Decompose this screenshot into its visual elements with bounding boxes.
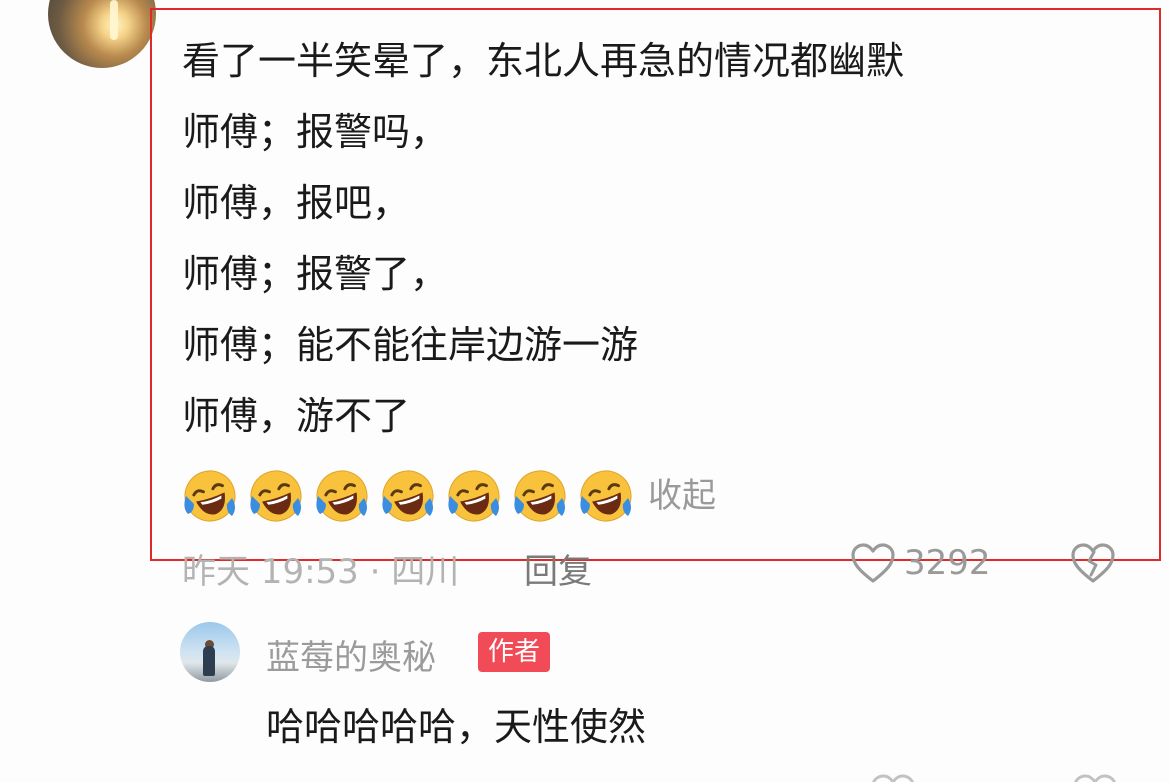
laughing-tears-emoji-icon [578, 468, 634, 524]
comment-line: 师傅；报警吗， [182, 110, 449, 154]
reply-dislike-button-cropped[interactable] [1072, 770, 1118, 782]
reply-like-button-cropped[interactable] [870, 770, 916, 782]
comment-text: 看了一半笑晕了，东北人再急的情况都幽默 师傅；报警吗， 师傅，报吧， 师傅；报警… [182, 26, 1142, 452]
comment-meta: 昨天 19:53 · 四川 回复 3292 [182, 540, 1142, 592]
like-count: 3292 [904, 543, 991, 583]
comment-line: 师傅，报吧， [182, 181, 411, 225]
laughing-tears-emoji-icon [314, 468, 370, 524]
laughing-tears-emoji-icon [182, 468, 238, 524]
broken-heart-icon [1071, 543, 1115, 583]
laughing-tears-emoji-icon [512, 468, 568, 524]
comment-line: 师傅，游不了 [182, 394, 411, 438]
comment-line: 师傅；报警了， [182, 252, 449, 296]
reply-author-avatar[interactable] [180, 622, 240, 682]
commenter-name-cropped[interactable]: ◦ ◦◦ [178, 0, 249, 13]
emoji-row: 收起 [182, 466, 716, 526]
laughing-tears-emoji-icon [248, 468, 304, 524]
like-button[interactable]: 3292 [850, 542, 991, 584]
reply-text: 哈哈哈哈哈，天性使然 [266, 705, 647, 749]
heart-outline-icon [851, 543, 895, 583]
comment-line: 师傅；能不能往岸边游一游 [182, 323, 639, 367]
heart-outline-icon [872, 774, 914, 782]
collapse-link[interactable]: 收起 [648, 468, 716, 524]
comment-line: 看了一半笑晕了，东北人再急的情况都幽默 [182, 39, 905, 83]
author-badge: 作者 [478, 632, 551, 672]
laughing-tears-emoji-icon [446, 468, 502, 524]
laughing-tears-emoji-icon [380, 468, 436, 524]
comment-thread: ◦ ◦◦ 看了一半笑晕了，东北人再急的情况都幽默 师傅；报警吗， 师傅，报吧， … [0, 0, 1170, 782]
avatar-person-body [203, 646, 215, 676]
comment-time-location: 昨天 19:53 · 四川 [182, 552, 460, 592]
commenter-avatar[interactable] [48, 0, 156, 68]
emoji-list [182, 468, 644, 524]
broken-heart-icon [1074, 774, 1116, 782]
dislike-button[interactable] [1070, 542, 1116, 593]
avatar-sunset-reflection [110, 0, 118, 40]
reply-meta-cropped: ▬▬ ▬▬▬▬ ▬▬ ▬▬ [266, 768, 629, 782]
reply-button[interactable]: 回复 [524, 544, 592, 593]
reply-author-name[interactable]: 蓝莓的奥秘 [266, 630, 436, 679]
